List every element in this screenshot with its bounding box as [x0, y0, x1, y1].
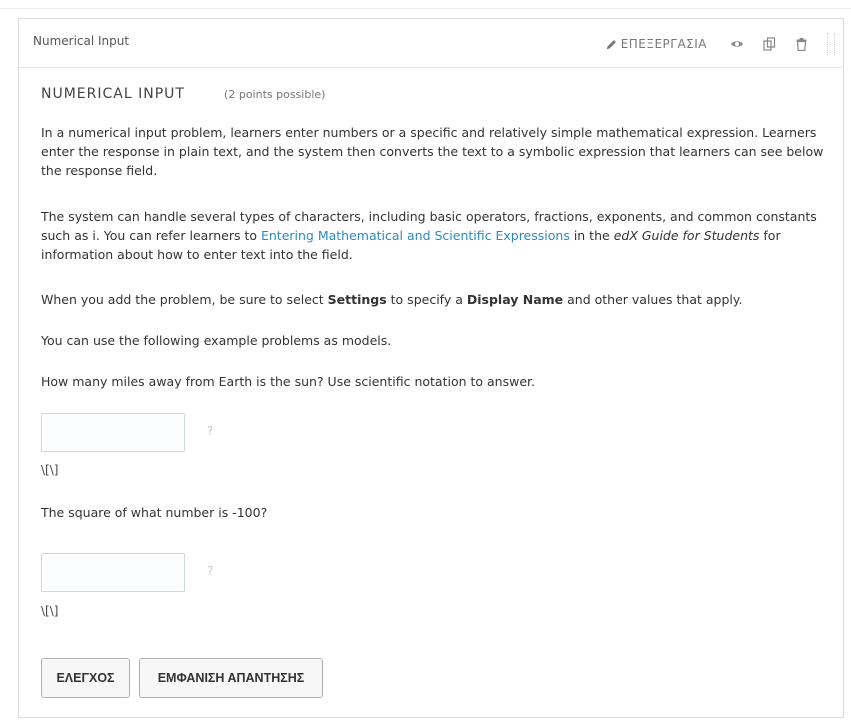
eye-icon[interactable]: [728, 35, 746, 53]
pencil-icon: [606, 39, 616, 49]
guide-title: edX Guide for Students: [613, 228, 760, 243]
drag-handle-icon[interactable]: [827, 33, 835, 55]
help-icon[interactable]: ?: [207, 564, 213, 578]
description-paragraph-1: In a numerical input problem, learners e…: [41, 125, 824, 178]
component-title: Numerical Input: [33, 34, 130, 48]
edit-button[interactable]: ΕΠΕΞΕΡΓΑΣΙΑ: [606, 37, 707, 51]
math-expressions-link[interactable]: Entering Mathematical and Scientific Exp…: [261, 228, 570, 243]
description-paragraph-3: When you add the problem, be sure to sel…: [41, 290, 841, 309]
show-answer-button[interactable]: ΕΜΦΑΝΙΣΗ ΑΠΑΝΤΗΣΗΣ: [139, 658, 323, 698]
para3-text-d: and other values that apply.: [563, 292, 743, 307]
problem-heading: NUMERICAL INPUT (2 points possible): [41, 83, 831, 102]
component-panel: Numerical Input ΕΠΕΞΕΡΓΑΣΙΑ NUMERICAL IN…: [18, 18, 844, 718]
para3-text-c: to specify a: [386, 292, 467, 307]
points-possible: (2 points possible): [224, 88, 326, 101]
check-button[interactable]: ΕΛΕΓΧΟΣ: [41, 658, 130, 698]
answer-input-1[interactable]: [41, 413, 185, 452]
display-name-bold: Display Name: [466, 292, 564, 307]
settings-bold: Settings: [327, 292, 387, 307]
description-paragraph-4: You can use the following example proble…: [41, 333, 392, 348]
answer-input-2[interactable]: [41, 553, 185, 592]
duplicate-icon[interactable]: [760, 35, 778, 53]
problem-title: NUMERICAL INPUT: [41, 86, 185, 102]
question-2: The square of what number is -100?: [41, 505, 268, 520]
para2-text-b: in the: [569, 228, 614, 243]
description-paragraph-2: The system can handle several types of c…: [41, 207, 841, 264]
problem-content: NUMERICAL INPUT (2 points possible) In a…: [41, 83, 831, 698]
top-divider: [0, 8, 851, 9]
component-header: Numerical Input ΕΠΕΞΕΡΓΑΣΙΑ: [19, 19, 843, 68]
help-icon[interactable]: ?: [207, 424, 213, 438]
question-1: How many miles away from Earth is the su…: [41, 374, 535, 389]
header-actions: ΕΠΕΞΕΡΓΑΣΙΑ: [606, 33, 835, 55]
edit-label: ΕΠΕΞΕΡΓΑΣΙΑ: [620, 37, 707, 51]
para3-text-a: When you add the problem, be sure to sel…: [41, 292, 328, 307]
math-preview-1: \[\]: [41, 463, 59, 477]
math-preview-2: \[\]: [41, 604, 59, 618]
trash-icon[interactable]: [792, 35, 810, 53]
